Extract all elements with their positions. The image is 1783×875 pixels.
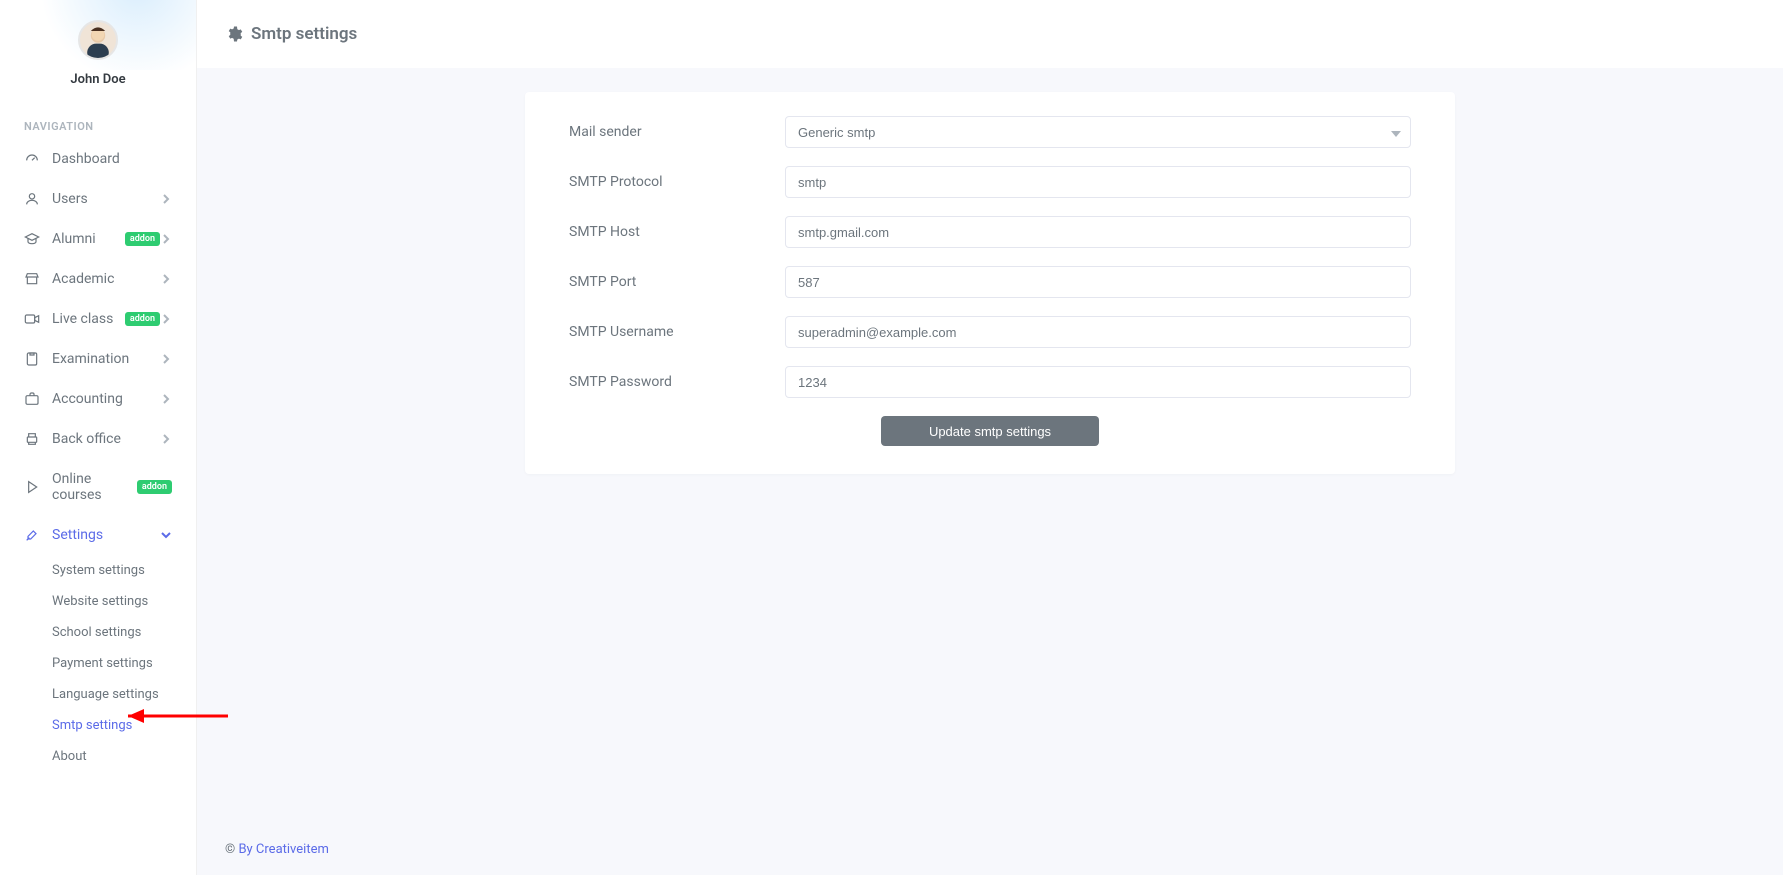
sidebar-item-label: Examination [52,351,160,367]
sidebar: John Doe NAVIGATION Dashboard Users Alum… [0,0,197,875]
subnav-school-settings[interactable]: School settings [0,617,196,648]
row-port: SMTP Port [569,266,1411,298]
subnav-language-settings[interactable]: Language settings [0,679,196,710]
copyright-symbol: © [225,842,238,857]
row-password: SMTP Password [569,366,1411,398]
briefcase-icon [24,391,40,407]
sidebar-item-label: Academic [52,271,160,287]
sidebar-item-label: Settings [52,527,160,543]
chevron-right-icon [160,393,172,405]
printer-icon [24,431,40,447]
update-smtp-button[interactable]: Update smtp settings [881,416,1099,446]
subnav-website-settings[interactable]: Website settings [0,586,196,617]
addon-badge: addon [125,312,160,326]
sidebar-item-label: Back office [52,431,160,447]
label-port: SMTP Port [569,274,785,290]
avatar[interactable] [78,20,118,60]
settings-submenu: System settings Website settings School … [0,555,196,776]
subnav-system-settings[interactable]: System settings [0,555,196,586]
sidebar-item-label: Users [52,191,160,207]
video-icon [24,311,40,327]
sidebar-item-label: Online courses [52,471,133,503]
sidebar-item-label: Alumni [52,231,121,247]
addon-badge: addon [125,232,160,246]
label-host: SMTP Host [569,224,785,240]
subnav-smtp-settings[interactable]: Smtp settings [0,710,196,741]
sidebar-item-dashboard[interactable]: Dashboard [0,139,196,179]
tools-icon [24,527,40,543]
store-icon [24,271,40,287]
content-wrap: Mail sender Generic smtp SMTP Protocol S… [197,68,1783,832]
profile-name: John Doe [10,72,186,87]
username-input[interactable] [785,316,1411,348]
sidebar-item-online-courses[interactable]: Online courses addon [0,459,196,515]
row-mail-sender: Mail sender Generic smtp [569,116,1411,148]
sidebar-item-academic[interactable]: Academic [0,259,196,299]
sidebar-item-alumni[interactable]: Alumni addon [0,219,196,259]
page-header: Smtp settings [197,0,1783,68]
chevron-right-icon [160,273,172,285]
label-protocol: SMTP Protocol [569,174,785,190]
sidebar-item-settings[interactable]: Settings [0,515,196,555]
mail-sender-select-wrap: Generic smtp [785,116,1411,148]
main: Smtp settings Mail sender Generic smtp S… [197,0,1783,875]
host-input[interactable] [785,216,1411,248]
label-password: SMTP Password [569,374,785,390]
play-icon [24,479,40,495]
chevron-right-icon [160,353,172,365]
chevron-right-icon [160,313,172,325]
footer: © By Creativeitem [197,832,1783,875]
chevron-right-icon [160,233,172,245]
mail-sender-select[interactable]: Generic smtp [785,116,1411,148]
footer-link[interactable]: By Creativeitem [238,842,328,857]
nav-heading: NAVIGATION [0,102,196,139]
sidebar-item-accounting[interactable]: Accounting [0,379,196,419]
port-input[interactable] [785,266,1411,298]
profile-block: John Doe [0,0,196,102]
clipboard-icon [24,351,40,367]
smtp-settings-card: Mail sender Generic smtp SMTP Protocol S… [525,92,1455,474]
protocol-input[interactable] [785,166,1411,198]
sidebar-item-back-office[interactable]: Back office [0,419,196,459]
row-username: SMTP Username [569,316,1411,348]
label-username: SMTP Username [569,324,785,340]
sidebar-item-label: Dashboard [52,151,172,167]
submit-row: Update smtp settings [569,416,1411,446]
gauge-icon [24,151,40,167]
chevron-right-icon [160,433,172,445]
gear-icon [225,25,243,43]
graduation-icon [24,231,40,247]
password-input[interactable] [785,366,1411,398]
sidebar-item-live-class[interactable]: Live class addon [0,299,196,339]
page-title: Smtp settings [251,24,357,44]
sidebar-item-users[interactable]: Users [0,179,196,219]
sidebar-item-label: Live class [52,311,121,327]
addon-badge: addon [137,480,172,494]
chevron-right-icon [160,193,172,205]
row-host: SMTP Host [569,216,1411,248]
label-mail-sender: Mail sender [569,124,785,140]
subnav-payment-settings[interactable]: Payment settings [0,648,196,679]
chevron-down-icon [160,529,172,541]
sidebar-item-label: Accounting [52,391,160,407]
sidebar-item-examination[interactable]: Examination [0,339,196,379]
row-protocol: SMTP Protocol [569,166,1411,198]
subnav-about[interactable]: About [0,741,196,772]
user-icon [24,191,40,207]
